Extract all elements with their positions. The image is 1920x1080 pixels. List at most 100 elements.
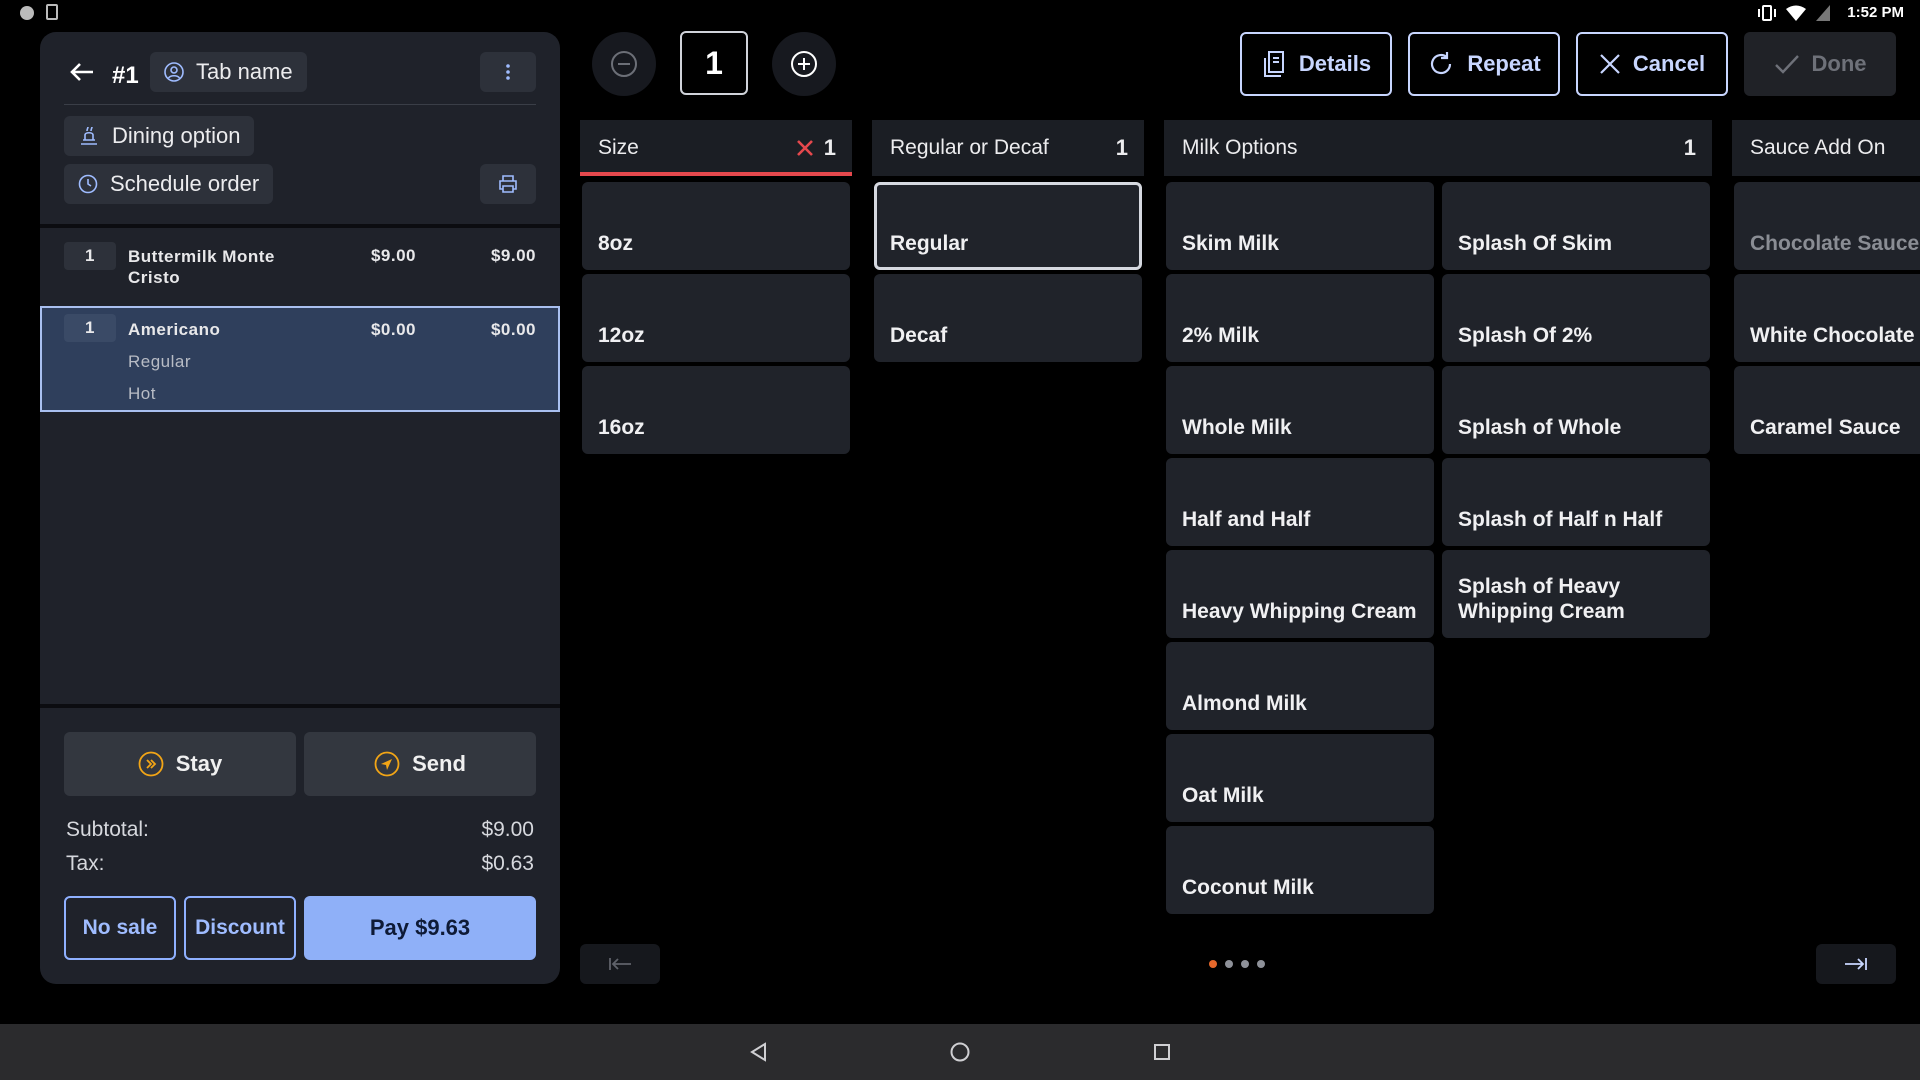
cancel-button[interactable]: Cancel: [1576, 32, 1728, 96]
minus-circle-icon: [611, 51, 637, 77]
order-line-item-selected[interactable]: 1 Americano $0.00 $0.00 Regular Hot: [40, 306, 560, 412]
decrease-quantity-button[interactable]: [592, 32, 656, 96]
back-button[interactable]: [70, 62, 94, 82]
schedule-order-button[interactable]: Schedule order: [64, 164, 274, 204]
done-button[interactable]: Done: [1744, 32, 1896, 96]
line-qty: 1: [64, 242, 116, 270]
tax-value: $0.63: [481, 852, 534, 875]
nav-back-button[interactable]: [745, 1040, 773, 1064]
clipboard-icon: [46, 4, 58, 20]
dining-option-label: Dining option: [112, 123, 241, 148]
line-price: $9.00: [370, 246, 416, 265]
option-caramel-sauce[interactable]: Caramel Sauce: [1734, 366, 1920, 454]
option-heavy-whipping-cream[interactable]: Heavy Whipping Cream: [1166, 550, 1434, 638]
more-vertical-icon: [506, 64, 510, 80]
page-first-icon: [609, 958, 631, 970]
option-splash-of-whole[interactable]: Splash of Whole: [1442, 366, 1710, 454]
line-total: $9.00: [490, 246, 536, 265]
page-dot: [1225, 960, 1233, 968]
line-name: Americano: [128, 320, 221, 339]
option-splash-of-half-n-half[interactable]: Splash of Half n Half: [1442, 458, 1710, 546]
wifi-icon: [1786, 5, 1806, 21]
no-sale-button[interactable]: No sale: [64, 896, 176, 960]
more-options-button[interactable]: [480, 52, 536, 92]
cancel-label: Cancel: [1632, 51, 1706, 76]
tab-name-label: Tab name: [196, 59, 293, 84]
option-whole-milk[interactable]: Whole Milk: [1166, 366, 1434, 454]
last-page-button[interactable]: [1816, 944, 1896, 984]
required-indicator-bar: [580, 172, 852, 176]
option-chocolate-sauce[interactable]: Chocolate Sauce: [1734, 182, 1920, 270]
page-dot: [1241, 960, 1249, 968]
page-last-icon: [1845, 958, 1867, 970]
option-almond-milk[interactable]: Almond Milk: [1166, 642, 1434, 730]
details-button[interactable]: Details: [1240, 32, 1392, 96]
status-icons: [1758, 5, 1830, 21]
details-icon: [1263, 51, 1284, 77]
no-signal-icon: [1816, 5, 1830, 21]
order-line-item[interactable]: 1 Buttermilk Monte Cristo $9.00 $9.00: [40, 228, 560, 302]
option-splash-of-skim[interactable]: Splash Of Skim: [1442, 182, 1710, 270]
option-oat-milk[interactable]: Oat Milk: [1166, 734, 1434, 822]
dining-option-button[interactable]: Dining option: [64, 116, 255, 156]
group-count: 1: [1115, 135, 1128, 160]
sauce-add-on-group-header: Sauce Add On: [1732, 120, 1920, 176]
option-12oz[interactable]: 12oz: [582, 274, 850, 362]
line-price: $0.00: [370, 320, 416, 339]
nav-recents-icon: [1154, 1044, 1170, 1060]
stay-label: Stay: [175, 751, 223, 776]
print-button[interactable]: [480, 164, 536, 204]
option-coconut-milk[interactable]: Coconut Milk: [1166, 826, 1434, 914]
group-count: 1: [1683, 135, 1696, 160]
option-decaf[interactable]: Decaf: [874, 274, 1142, 362]
regular-decaf-group-header: Regular or Decaf 1: [872, 120, 1144, 176]
done-label: Done: [1811, 51, 1867, 76]
pay-button[interactable]: Pay $9.63: [304, 896, 536, 960]
option-half-and-half[interactable]: Half and Half: [1166, 458, 1434, 546]
group-title: Regular or Decaf: [890, 136, 1049, 159]
section-divider: [40, 704, 560, 708]
order-number: #1: [112, 62, 139, 89]
subtotal-label: Subtotal:: [66, 818, 149, 841]
subtotal-value: $9.00: [481, 818, 534, 841]
line-qty: 1: [64, 314, 116, 342]
option-skim-milk[interactable]: Skim Milk: [1166, 182, 1434, 270]
discount-button[interactable]: Discount: [184, 896, 296, 960]
line-total: $0.00: [490, 320, 536, 339]
nav-recents-button[interactable]: [1148, 1040, 1176, 1064]
increase-quantity-button[interactable]: [772, 32, 836, 96]
group-title: Size: [598, 136, 639, 159]
stay-button[interactable]: Stay: [64, 732, 296, 796]
page-dot-active: [1209, 960, 1217, 968]
option-splash-of-2-percent[interactable]: Splash Of 2%: [1442, 274, 1710, 362]
system-navigation-bar: [0, 1024, 1920, 1080]
group-title: Sauce Add On: [1750, 136, 1886, 159]
notification-dot-icon: [20, 6, 34, 20]
first-page-button[interactable]: [580, 944, 660, 984]
send-button[interactable]: Send: [304, 732, 536, 796]
back-arrow-icon: [70, 63, 93, 81]
tab-name-button[interactable]: Tab name: [150, 52, 307, 92]
page-dot: [1257, 960, 1265, 968]
option-8oz[interactable]: 8oz: [582, 182, 850, 270]
clock-icon: [78, 174, 98, 194]
close-icon: [1600, 54, 1620, 74]
milk-options-group-header: Milk Options 1: [1164, 120, 1712, 176]
header-divider: [64, 104, 536, 105]
tax-label: Tax:: [66, 852, 105, 875]
option-2-percent-milk[interactable]: 2% Milk: [1166, 274, 1434, 362]
option-white-chocolate-sauce[interactable]: White Chocolate Sauce: [1734, 274, 1920, 362]
printer-icon: [499, 175, 517, 193]
repeat-icon: [1431, 52, 1452, 75]
send-icon: [374, 751, 400, 777]
quantity-display[interactable]: 1: [680, 31, 748, 95]
nav-home-button[interactable]: [946, 1040, 974, 1064]
option-16oz[interactable]: 16oz: [582, 366, 850, 454]
option-splash-of-heavy-whipping-cream[interactable]: Splash of Heavy Whipping Cream: [1442, 550, 1710, 638]
line-modifier: Hot: [128, 384, 156, 403]
line-name: Buttermilk Monte Cristo: [128, 247, 275, 287]
option-regular[interactable]: Regular: [874, 182, 1142, 270]
repeat-button[interactable]: Repeat: [1408, 32, 1560, 96]
check-icon: [1774, 55, 1799, 74]
status-bar: 1:52 PM: [0, 0, 1920, 28]
